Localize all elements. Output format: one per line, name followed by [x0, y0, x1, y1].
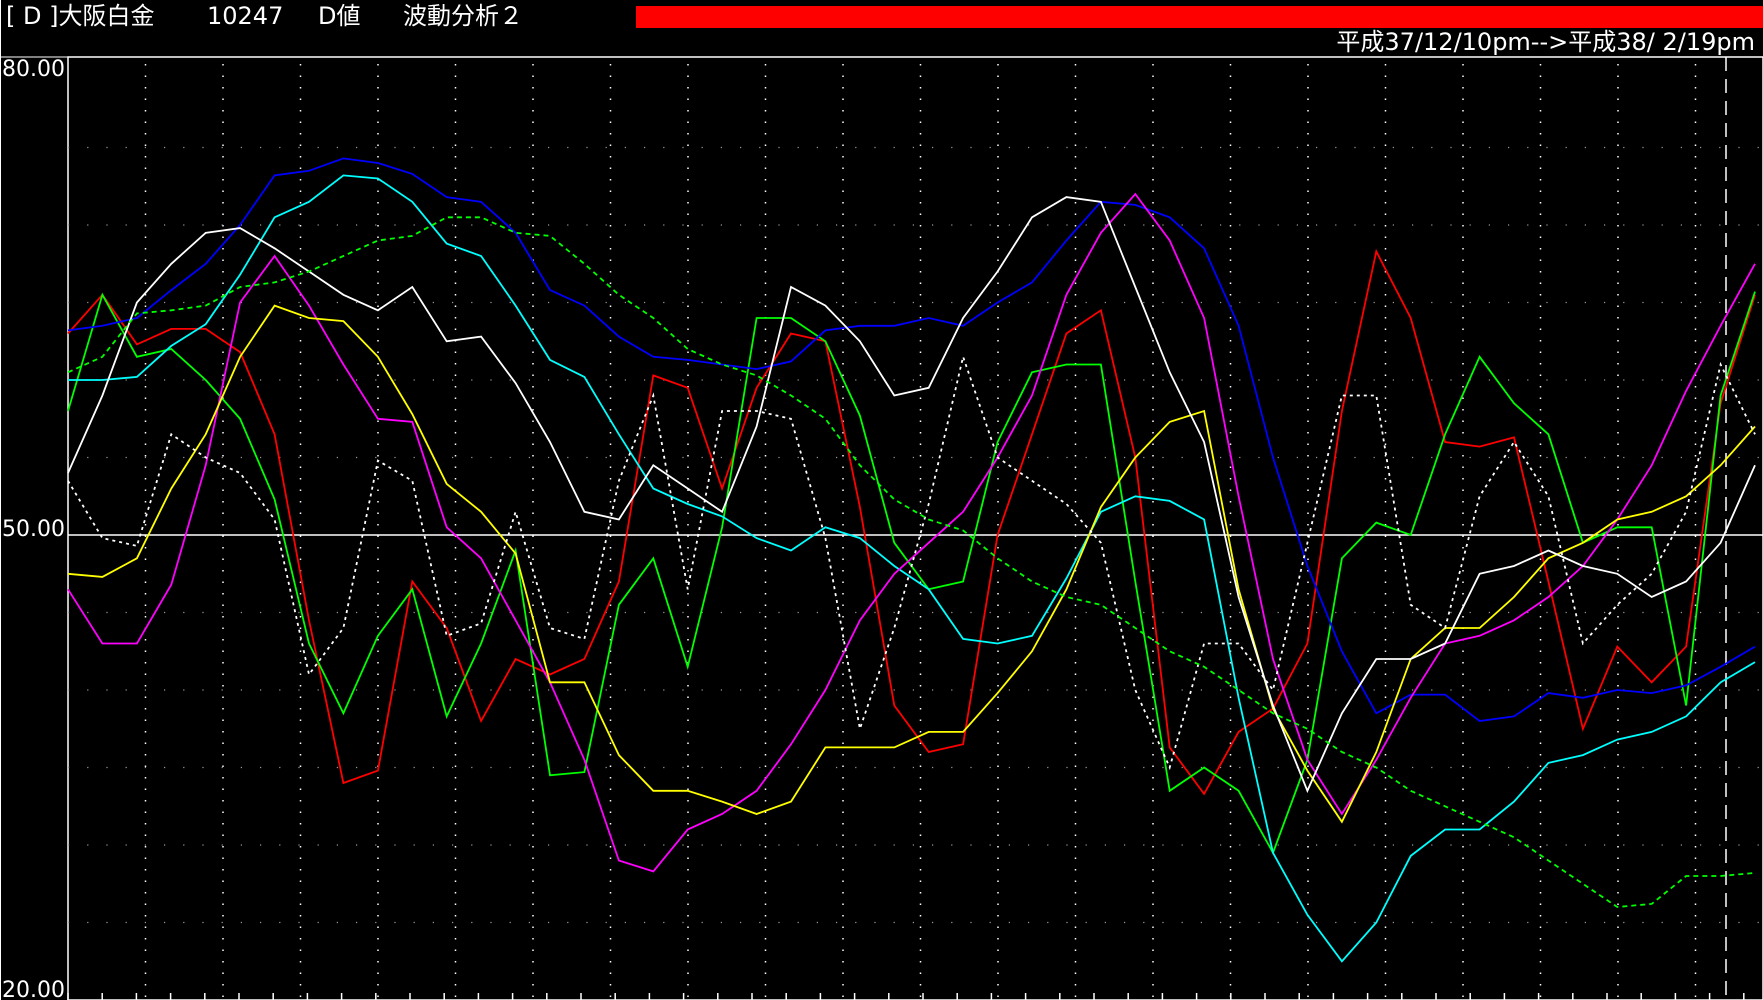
series-line-1: [67, 248, 1756, 796]
y-tick-label-top: 80.00: [2, 57, 65, 82]
plot-frame: [67, 56, 1763, 1000]
series-line-2: [67, 291, 1756, 855]
series-line-9: [67, 216, 1756, 908]
series-group: [67, 157, 1756, 963]
y-tick-label-mid: 50.00: [2, 517, 65, 542]
series-line-7: [67, 196, 1756, 794]
chart-area: 80.00 50.00 20.00: [0, 0, 1763, 1000]
series-line-5: [67, 192, 1756, 873]
x-axis-ticks: [67, 993, 1745, 1000]
series-line-8: [67, 353, 1756, 771]
grid: [68, 64, 1763, 1000]
y-tick-label-bottom: 20.00: [2, 978, 65, 1000]
